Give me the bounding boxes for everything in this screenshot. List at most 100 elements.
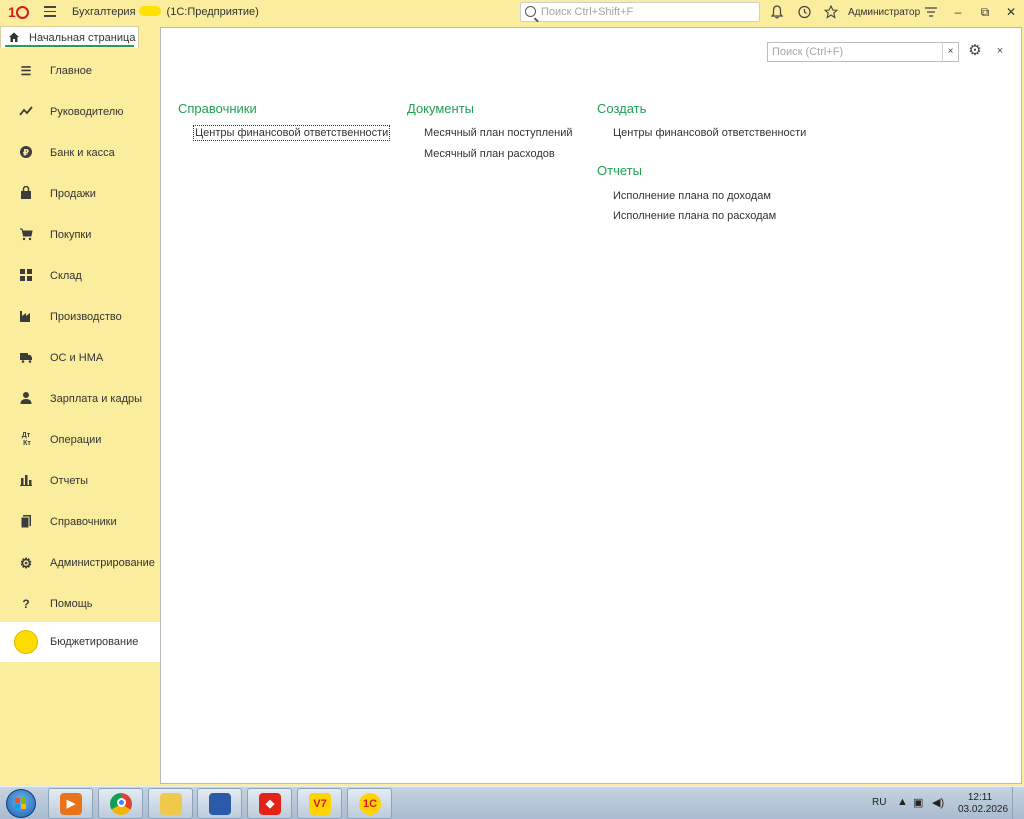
sidebar-item-salary[interactable]: Зарплата и кадры — [0, 379, 160, 419]
tab-home-label: Начальная страница — [29, 32, 136, 44]
gear-icon: ⚙ — [19, 555, 33, 571]
restore-button[interactable]: ⧉ — [975, 3, 995, 21]
user-name[interactable]: Администратор — [848, 7, 920, 18]
list-icon: ☰ — [20, 64, 32, 78]
factory-icon — [18, 309, 34, 325]
settings-menu-icon[interactable] — [922, 3, 940, 21]
sidebar-item-label: ОС и НМА — [50, 352, 104, 364]
sidebar-item-label: Зарплата и кадры — [50, 393, 143, 405]
section-title-create: Создать — [597, 101, 647, 116]
yellow-circle-icon — [14, 630, 38, 654]
sidebar-item-label: Продажи — [50, 188, 96, 200]
clock-date: 03.02.2026 — [958, 804, 1009, 815]
form-search[interactable]: × — [767, 42, 959, 62]
bar-chart-icon — [18, 473, 34, 489]
title-bar: 1 Бухгалтерия (1С:Предприятие) Администра… — [0, 0, 1024, 24]
sidebar-item-reports[interactable]: Отчеты — [0, 461, 160, 501]
form-search-input[interactable] — [772, 45, 940, 59]
book-icon — [18, 514, 34, 530]
start-button[interactable] — [6, 789, 36, 818]
section-title-reports: Отчеты — [597, 163, 642, 178]
1c-logo[interactable]: 1 — [8, 4, 36, 20]
person-icon — [18, 391, 34, 407]
sidebar-item-admin[interactable]: ⚙ Администрирование — [0, 543, 160, 583]
global-search-input[interactable] — [541, 5, 751, 19]
home-icon — [9, 32, 19, 42]
link-expense-plan-report[interactable]: Исполнение плана по расходам — [613, 210, 776, 222]
sidebar-item-label: Операции — [50, 434, 102, 446]
sidebar-item-label: Главное — [50, 65, 93, 77]
question-icon: ? — [22, 597, 30, 611]
tray-expand-icon[interactable]: ▲ — [897, 796, 908, 808]
sidebar-item-manager[interactable]: Руководителю — [0, 92, 160, 132]
link-monthly-expense-plan[interactable]: Месячный план расходов — [424, 148, 555, 160]
sidebar-item-main[interactable]: ☰ Главное — [0, 51, 160, 91]
taskbar-remote-desktop[interactable] — [197, 788, 242, 819]
sidebar-item-warehouse[interactable]: Склад — [0, 256, 160, 296]
tab-home[interactable]: Начальная страница — [0, 26, 139, 48]
link-create-cfo[interactable]: Центры финансовой ответственности — [613, 127, 806, 139]
sidebar-item-label: Справочники — [50, 516, 117, 528]
bell-icon[interactable] — [768, 3, 786, 21]
taskbar-1c-v7[interactable]: V7 — [297, 788, 342, 819]
volume-icon[interactable]: ◀) — [932, 796, 944, 809]
truck-icon — [18, 350, 34, 366]
grid-icon — [18, 268, 34, 284]
taskbar-1c[interactable]: 1С — [347, 788, 392, 819]
sidebar-item-operations[interactable]: Дт Кт Операции — [0, 420, 160, 460]
sidebar-item-help[interactable]: ? Помощь — [0, 584, 160, 624]
remote-desktop-icon — [209, 793, 231, 815]
global-search[interactable] — [520, 2, 760, 22]
sections-panel: ☰ Главное Руководителю ₽ Банк и касса Пр… — [0, 51, 160, 783]
sidebar-item-label: Банк и касса — [50, 147, 115, 159]
sidebar-item-label: Отчеты — [50, 475, 89, 487]
clock[interactable]: 12:11 03.02.2026 — [958, 792, 1009, 816]
link-monthly-income-plan[interactable]: Месячный план поступлений — [424, 127, 573, 139]
app-title: Бухгалтерия (1С:Предприятие) — [72, 6, 259, 18]
taskbar-explorer[interactable] — [148, 788, 193, 819]
sidebar-item-fixed-assets[interactable]: ОС и НМА — [0, 338, 160, 378]
sidebar-item-label: Администрирование — [50, 557, 155, 569]
language-indicator[interactable]: RU — [872, 797, 886, 808]
network-icon[interactable]: ▣ — [913, 796, 923, 809]
sidebar-item-label: Бюджетирование — [50, 636, 139, 648]
star-icon[interactable] — [822, 3, 840, 21]
windows-taskbar: ▶ ◆ V7 1С RU ▲ ▣ ◀) 12:11 03.02.2026 — [0, 786, 1024, 819]
history-icon[interactable] — [795, 3, 813, 21]
clear-search-button[interactable]: × — [942, 43, 958, 61]
trend-icon — [18, 104, 34, 120]
close-window-button[interactable]: ✕ — [1001, 3, 1021, 21]
clock-time: 12:11 — [967, 792, 993, 803]
sidebar-item-budgeting[interactable]: Бюджетирование — [0, 622, 160, 662]
anydesk-icon: ◆ — [259, 793, 281, 815]
section-title-catalogs: Справочники — [178, 101, 257, 116]
platform-name: (1С:Предприятие) — [166, 6, 259, 18]
link-cfo-catalog[interactable]: Центры финансовой ответственности — [192, 125, 391, 141]
sidebar-item-purchases[interactable]: Покупки — [0, 215, 160, 255]
chrome-icon — [110, 793, 132, 815]
sidebar-item-production[interactable]: Производство — [0, 297, 160, 337]
taskbar-media-player[interactable]: ▶ — [48, 788, 93, 819]
minimize-button[interactable]: – — [948, 3, 968, 21]
main-form: × ⚙ × Справочники Центры финансовой отве… — [160, 27, 1022, 784]
show-desktop-button[interactable] — [1012, 787, 1024, 819]
close-form-button[interactable]: × — [993, 43, 1007, 59]
app-name: Бухгалтерия — [72, 6, 136, 18]
form-settings-icon[interactable]: ⚙ — [967, 43, 983, 59]
sidebar-item-sales[interactable]: Продажи — [0, 174, 160, 214]
sidebar-item-label: Помощь — [50, 598, 93, 610]
taskbar-chrome[interactable] — [98, 788, 143, 819]
sidebar-item-bank[interactable]: ₽ Банк и касса — [0, 133, 160, 173]
bag-icon — [18, 185, 34, 202]
cart-icon — [18, 227, 34, 243]
section-title-documents: Документы — [407, 101, 475, 116]
link-income-plan-report[interactable]: Исполнение плана по доходам — [613, 190, 771, 202]
sidebar-item-catalogs[interactable]: Справочники — [0, 502, 160, 542]
taskbar-anydesk[interactable]: ◆ — [247, 788, 292, 819]
active-tab-indicator — [5, 45, 134, 47]
main-menu-icon[interactable] — [44, 6, 56, 17]
1c-icon: 1С — [359, 793, 381, 815]
search-icon — [525, 6, 536, 17]
folder-icon — [160, 793, 182, 815]
ruble-icon: ₽ — [18, 145, 34, 161]
